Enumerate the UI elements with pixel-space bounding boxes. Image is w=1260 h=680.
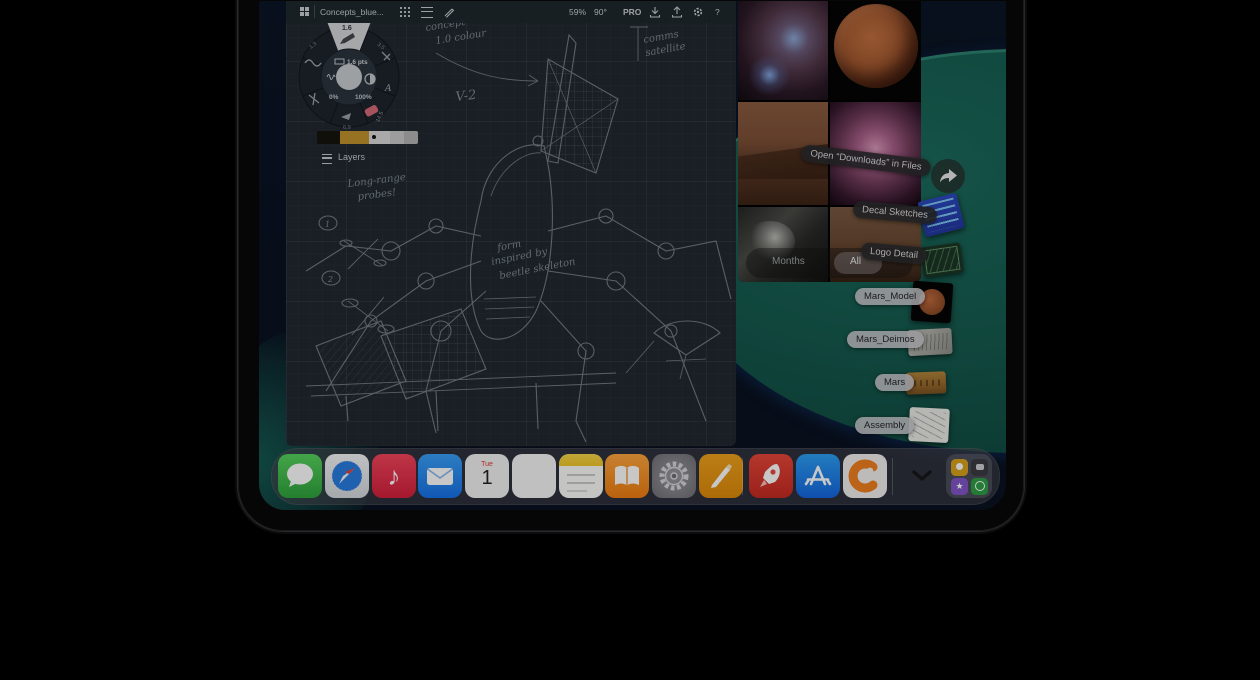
rocket-icon	[749, 454, 793, 498]
photos-flower-icon	[519, 461, 549, 491]
export-icon[interactable]	[671, 6, 683, 18]
dock-app-rocket[interactable]	[749, 454, 793, 498]
dock-app-music[interactable]: ♪	[372, 454, 416, 498]
app-grid-icon[interactable]	[300, 7, 309, 16]
concepts-toolbar: Concepts_blue... 59% 90° PRO	[286, 1, 736, 23]
dock-app-library[interactable]: ★	[946, 454, 992, 498]
timer-app-icon	[971, 478, 988, 495]
tips-lightbulb-icon	[951, 459, 968, 476]
dock-app-concepts[interactable]	[843, 454, 887, 498]
dock-app-concepts-pen[interactable]	[699, 454, 743, 498]
segment-all[interactable]: All	[850, 256, 861, 267]
dock-app-settings[interactable]	[652, 454, 696, 498]
concepts-app-window[interactable]: concept 1.0 colour comms satellite V-2 L…	[286, 1, 736, 446]
document-title[interactable]: Concepts_blue...	[320, 7, 384, 17]
rotation-value[interactable]: 90°	[594, 7, 607, 17]
fountain-pen-icon	[699, 454, 743, 498]
swatch-gold[interactable]	[340, 131, 369, 144]
pro-badge: PRO	[623, 7, 641, 17]
books-open-book-icon	[605, 454, 649, 498]
selected-size: 1.6	[342, 25, 352, 32]
dock-app-messages[interactable]	[278, 454, 322, 498]
color-swatch-bar[interactable]	[317, 131, 418, 144]
note-marker-1: 1	[325, 220, 330, 229]
ipad-device-frame: concept 1.0 colour comms satellite V-2 L…	[237, 0, 1025, 532]
dock-divider-1	[742, 458, 743, 495]
layers-icon	[322, 154, 332, 164]
calendar-day: 1	[465, 468, 509, 488]
drag-label-assembly: Assembly	[855, 417, 914, 434]
assembly-sketch-thumb[interactable]	[908, 407, 950, 443]
dock-app-safari[interactable]	[325, 454, 369, 498]
drag-label-mars: Mars	[875, 374, 914, 391]
note-probes-2: probes!	[357, 187, 397, 203]
dock: ♪ Tue 1	[271, 448, 1000, 505]
opacity-max: 100%	[355, 94, 372, 101]
safari-compass-icon	[325, 454, 369, 498]
dock-app-calendar[interactable]: Tue 1	[465, 454, 509, 498]
segment-months[interactable]: Months	[772, 256, 805, 267]
concepts-c-icon	[843, 454, 887, 498]
notes-header	[559, 454, 603, 466]
dock-app-notes[interactable]	[559, 454, 603, 498]
settings-gears-icon	[652, 454, 696, 498]
text-tool-icon[interactable]: A	[384, 84, 392, 94]
help-icon[interactable]: ?	[715, 7, 720, 17]
star-app-icon: ★	[951, 478, 968, 495]
photo-orion-nebula-blue[interactable]	[738, 1, 828, 100]
dock-app-photos[interactable]	[512, 454, 556, 498]
dock-app-app-store[interactable]	[796, 454, 840, 498]
opacity-min: 0%	[329, 94, 339, 101]
photo-mars-globe[interactable]	[830, 1, 921, 100]
ipad-screen: concept 1.0 colour comms satellite V-2 L…	[259, 1, 1006, 510]
music-note-icon: ♪	[388, 461, 401, 491]
wheel-knob[interactable]	[336, 64, 362, 90]
pen-tool-icon[interactable]	[443, 6, 455, 18]
mail-envelope-icon	[418, 454, 462, 498]
green-logo-thumb[interactable]	[920, 242, 964, 277]
workspace-dots-icon[interactable]	[399, 6, 410, 17]
app-store-a-icon	[796, 454, 840, 498]
messages-bubble-icon	[278, 454, 322, 498]
camera-icon	[971, 459, 988, 476]
selected-swatch-dot	[372, 135, 376, 139]
chevron-down-icon[interactable]	[910, 467, 934, 485]
share-badge[interactable]	[931, 159, 965, 193]
zoom-level[interactable]: 59%	[569, 7, 586, 17]
swatch-black[interactable]	[317, 131, 340, 144]
swatch-lightgray-selected[interactable]	[369, 131, 390, 144]
drag-label-mars-deimos: Mars_Deimos	[847, 331, 924, 348]
note-probes-1: Long-range	[346, 172, 406, 190]
layers-row[interactable]: Layers	[322, 152, 365, 162]
note-marker-2: 2	[327, 275, 333, 284]
menu-stack-icon[interactable]	[421, 7, 433, 18]
dock-divider-2	[892, 458, 893, 495]
import-icon[interactable]	[649, 6, 661, 18]
photos-app-window[interactable]	[738, 1, 921, 282]
settings-gear-icon[interactable]	[692, 6, 704, 18]
dock-app-mail[interactable]	[418, 454, 462, 498]
dock-app-books[interactable]	[605, 454, 649, 498]
swatch-gray-2[interactable]	[404, 131, 418, 144]
swatch-gray[interactable]	[390, 131, 404, 144]
layers-label: Layers	[338, 152, 365, 162]
drag-label-mars-model: Mars_Model	[855, 288, 925, 305]
forward-share-arrow-icon	[931, 159, 965, 193]
